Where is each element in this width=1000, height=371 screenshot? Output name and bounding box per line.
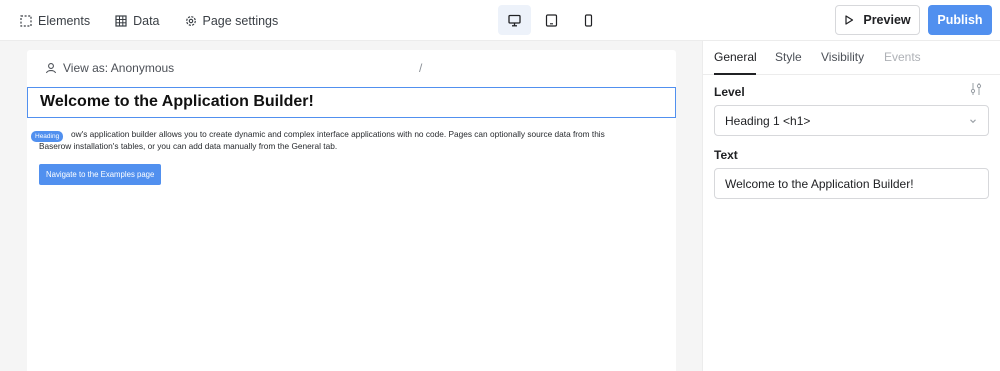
elements-button[interactable]: Elements — [20, 14, 90, 28]
level-label: Level — [714, 85, 745, 99]
level-select-value: Heading 1 <h1> — [725, 114, 811, 128]
page-preview-header: View as: Anonymous / — [27, 50, 676, 86]
settings-tabs: General Style Visibility Events — [703, 41, 1000, 75]
tab-events[interactable]: Events — [884, 50, 921, 64]
table-icon — [115, 14, 127, 27]
toolbar-left: Elements Data Page settings — [20, 0, 303, 41]
preview-label: Preview — [863, 13, 911, 27]
data-button[interactable]: Data — [115, 13, 160, 28]
tablet-icon — [545, 13, 558, 27]
desktop-icon — [508, 14, 521, 26]
page-settings-label: Page settings — [202, 13, 279, 28]
paragraph-element[interactable]: ow's application builder allows you to c… — [39, 125, 659, 156]
text-input[interactable]: Welcome to the Application Builder! — [714, 168, 989, 199]
preview-button[interactable]: Preview — [835, 5, 920, 35]
view-as-label: View as: Anonymous — [63, 61, 175, 75]
active-tab-indicator — [714, 73, 756, 75]
sliders-icon[interactable] — [969, 82, 983, 96]
element-settings-panel: General Style Visibility Events Level He… — [702, 41, 1000, 371]
play-icon — [845, 15, 854, 25]
device-smartphone-button[interactable] — [572, 5, 605, 35]
heading-text: Welcome to the Application Builder! — [40, 93, 314, 110]
device-desktop-button[interactable] — [498, 5, 531, 35]
element-type-badge: Heading — [31, 131, 64, 142]
device-switcher — [498, 5, 609, 35]
publish-label: Publish — [937, 13, 983, 27]
gear-icon — [185, 15, 196, 26]
elements-icon — [20, 14, 32, 27]
smartphone-icon — [584, 13, 593, 27]
page-settings-button[interactable]: Page settings — [185, 13, 279, 28]
navigate-examples-button[interactable]: Navigate to the Examples page — [39, 164, 162, 185]
tab-visibility[interactable]: Visibility — [821, 50, 864, 64]
text-label: Text — [714, 148, 738, 162]
chevron-down-icon — [970, 119, 976, 124]
text-input-value: Welcome to the Application Builder! — [725, 177, 914, 191]
top-toolbar: Elements Data Page settings Preview Publ… — [0, 0, 1000, 41]
publish-button[interactable]: Publish — [928, 5, 992, 35]
user-icon — [45, 63, 57, 74]
page-preview: View as: Anonymous / Welcome to the Appl… — [27, 50, 676, 371]
page-path: / — [419, 61, 423, 75]
view-as-selector[interactable]: View as: Anonymous — [45, 61, 174, 75]
tab-style[interactable]: Style — [775, 50, 802, 64]
elements-label: Elements — [38, 13, 91, 28]
device-tablet-button[interactable] — [535, 5, 568, 35]
page-canvas: View as: Anonymous / Welcome to the Appl… — [0, 41, 702, 371]
level-select[interactable]: Heading 1 <h1> — [714, 105, 989, 136]
tab-general[interactable]: General — [714, 50, 757, 64]
heading-element[interactable]: Welcome to the Application Builder! — [27, 87, 676, 118]
data-label: Data — [133, 13, 160, 28]
